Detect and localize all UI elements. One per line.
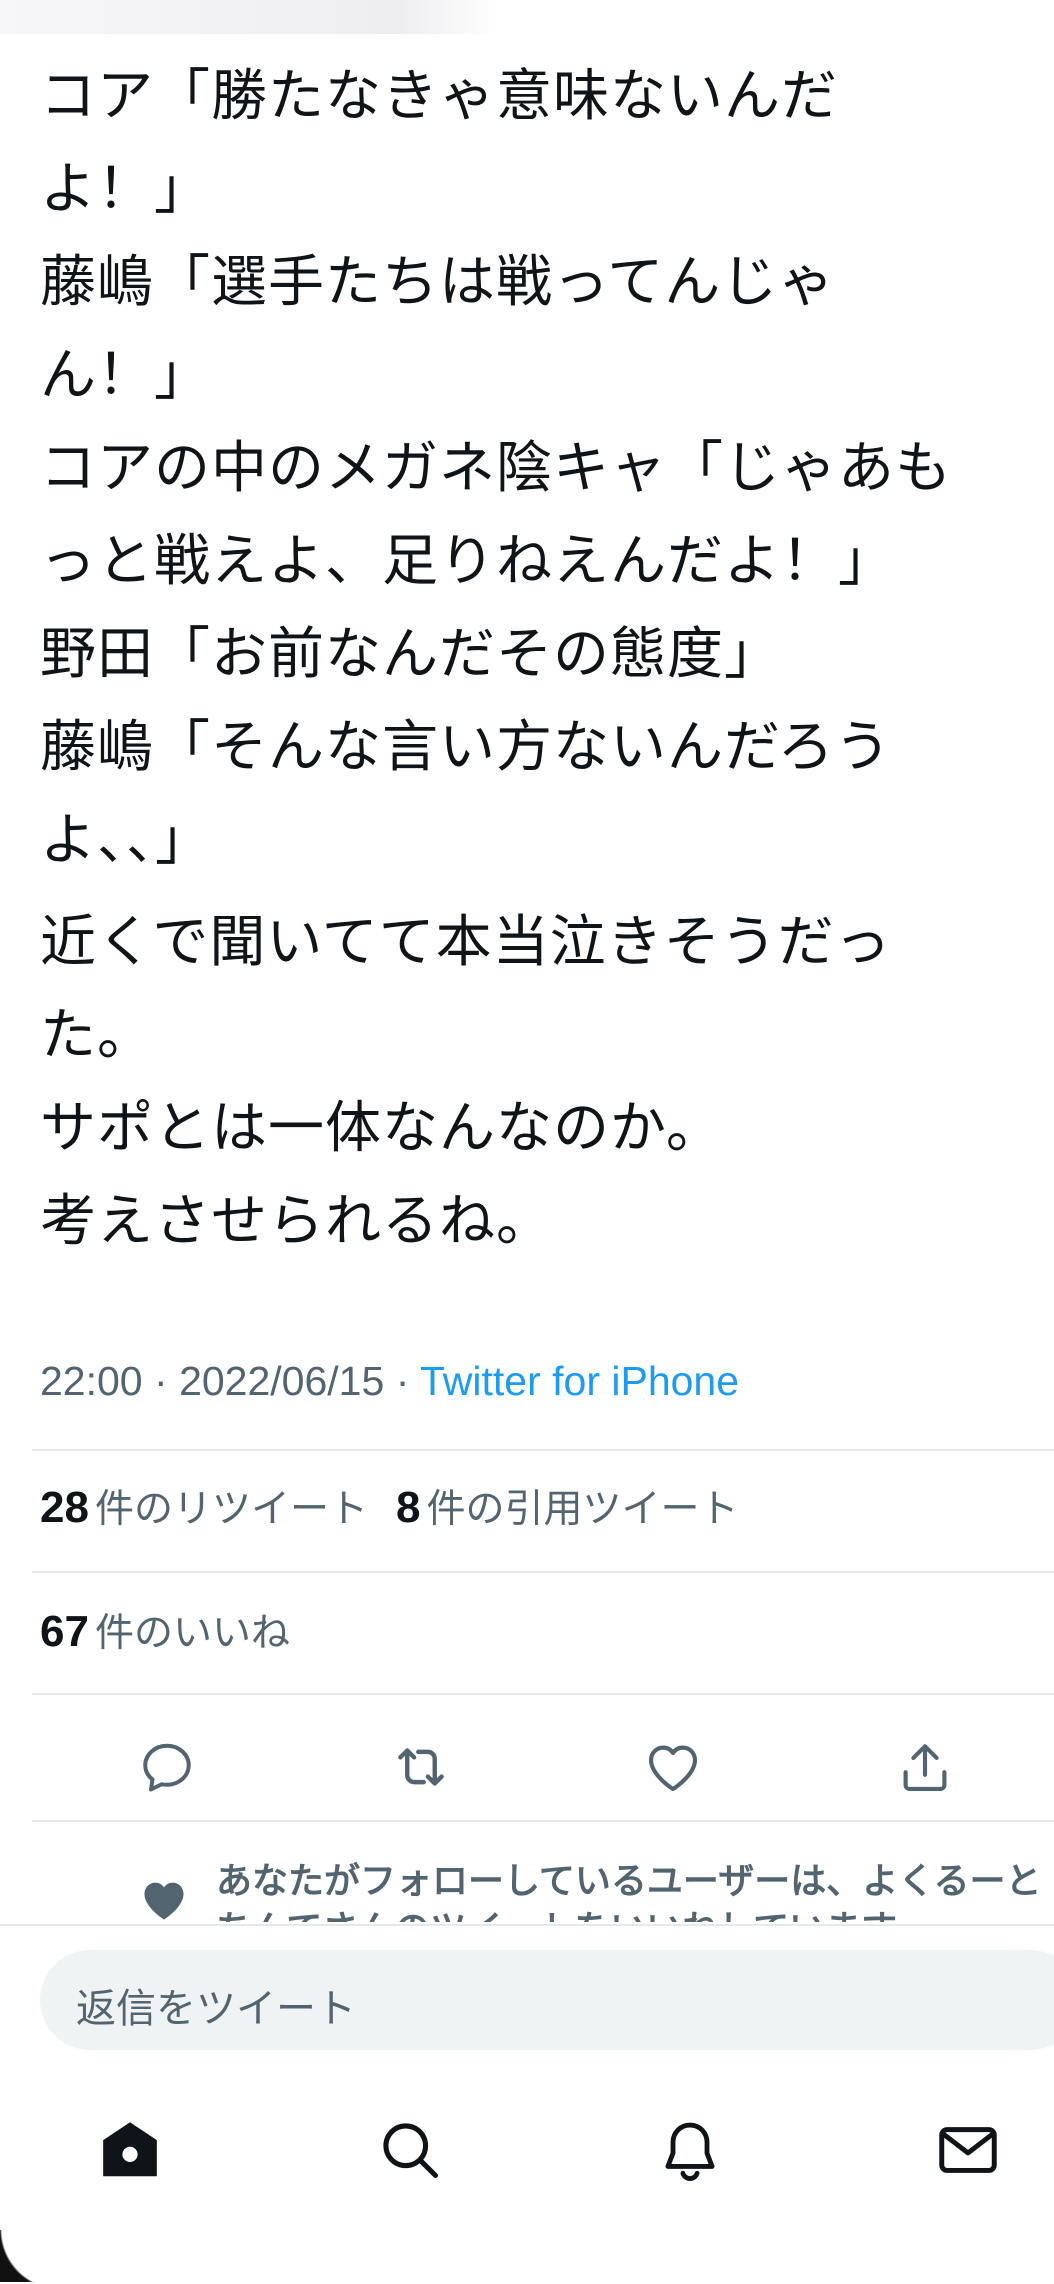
quotes-count: 8 [395, 1483, 421, 1532]
divider [32, 1693, 1054, 1695]
heart-icon [648, 1745, 698, 1792]
meta-separator: · [154, 1358, 168, 1404]
social-context-line: ちんてさんのツイートをいいねしています [216, 1906, 1054, 1922]
tweet-line: コア「勝たなきゃ意味ないんだ [40, 64, 838, 129]
tweet-line: コアの中のメガネ陰キャ「じゃあも [40, 436, 952, 501]
share-icon [903, 1744, 947, 1792]
tweet-time[interactable]: 22:00 [40, 1358, 143, 1404]
reply-icon [143, 1743, 191, 1792]
retweet-stats: 28 件のリツイート 8 件の引用ツイート [40, 1478, 738, 1534]
tweet-actions [0, 1722, 1054, 1812]
tweet-line: 近くで聞いてて本当泣きそうだっ [40, 910, 892, 975]
tweet-date[interactable]: 2022/06/15 [179, 1358, 384, 1404]
likes-stat[interactable]: 67 件のいいね [40, 1602, 290, 1658]
tweet-meta: 22:00 · 2022/06/15 · Twitter for iPhone [40, 1358, 739, 1405]
tweet-source-link[interactable]: Twitter for iPhone [420, 1358, 739, 1404]
social-context-line: あなたがフォローしているユーザーは、よくるーと [216, 1861, 1042, 1902]
nav-notifications[interactable] [640, 2100, 740, 2200]
quotes-label: 件の引用ツイート [426, 1487, 739, 1532]
likes-count: 67 [40, 1607, 89, 1656]
likes-label: 件のいいね [94, 1611, 290, 1656]
notifications-icon [665, 2122, 715, 2181]
share-button[interactable] [880, 1722, 970, 1812]
tweet-line: た。 [40, 1003, 154, 1068]
tweet-line: よ！」 [40, 157, 211, 222]
retweet-button[interactable] [376, 1722, 466, 1812]
reply-button[interactable] [122, 1722, 212, 1812]
tweet-text: コア「勝たなきゃ意味ないんだ よ！」 藤嶋「選手たちは戦ってんじゃ ん！」 コア… [40, 50, 1040, 1268]
bottom-nav [0, 2100, 1054, 2200]
tweet-line: 藤嶋「選手たちは戦ってんじゃ [40, 250, 836, 315]
social-context[interactable]: あなたがフォローしているユーザーは、よくるーと ちんてさんのツイートをいいねして… [0, 1822, 1054, 1922]
tweet-line: よ、、」 [40, 808, 212, 873]
tweet-line: 考えさせられるね。 [40, 1189, 553, 1254]
divider [32, 1449, 1054, 1451]
meta-separator: · [395, 1358, 410, 1404]
retweets-count: 28 [40, 1483, 89, 1532]
tweet-line: 野田「お前なんだその態度」 [40, 622, 781, 687]
retweet-icon [398, 1748, 444, 1786]
nav-messages[interactable] [918, 2100, 1018, 2200]
heart-icon [144, 1882, 184, 1920]
social-context-text: あなたがフォローしているユーザーは、よくるーと ちんてさんのツイートをいいねして… [216, 1858, 1054, 1922]
reply-placeholder: 返信をツイート [76, 1986, 356, 2032]
reply-input[interactable]: 返信をツイート [40, 1950, 1054, 2050]
quotes-stat[interactable]: 8 件の引用ツイート [396, 1483, 739, 1532]
retweets-stat[interactable]: 28 件のリツイート [40, 1483, 368, 1532]
like-button[interactable] [628, 1722, 718, 1812]
screen-corner [0, 2230, 60, 2282]
search-icon [383, 2123, 439, 2179]
top-fade [0, 0, 500, 34]
nav-search[interactable] [360, 2100, 460, 2200]
divider [32, 1571, 1054, 1573]
messages-icon [939, 2127, 997, 2173]
home-icon [103, 2122, 157, 2177]
nav-home[interactable] [80, 2100, 180, 2200]
tweet-line: 藤嶋「そんな言い方ないんだろう [40, 715, 892, 780]
retweets-label: 件のリツイート [94, 1487, 368, 1532]
tweet-line: サポとは一体なんなのか。 [40, 1096, 723, 1161]
tweet-line: ん！」 [40, 343, 211, 408]
tweet-line: っと戦えよ、足りねえんだよ！」 [40, 529, 895, 594]
